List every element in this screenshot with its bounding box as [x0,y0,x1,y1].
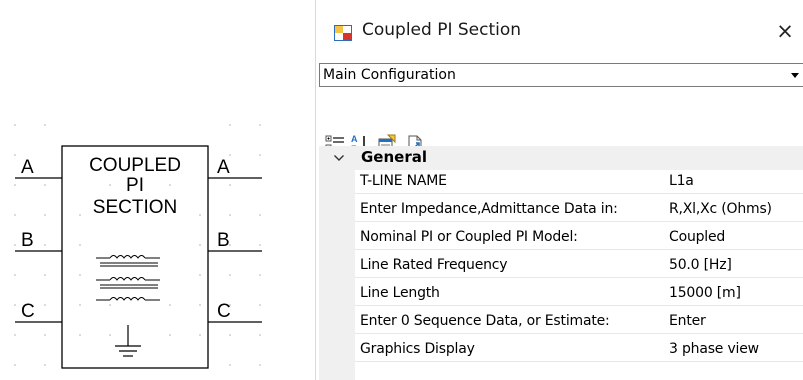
property-row-line-length[interactable]: Line Length 15000 [m] [355,282,803,306]
property-row-rated-frequency[interactable]: Line Rated Frequency 50.0 [Hz] [355,254,803,278]
property-row-pi-model[interactable]: Nominal PI or Coupled PI Model: Coupled [355,226,803,250]
configuration-dropdown-value: Main Configuration [323,67,456,83]
property-row-graphics-display[interactable]: Graphics Display 3 phase view [355,338,803,362]
right-pin-b-label: B [217,230,230,251]
property-name: Line Rated Frequency [360,257,508,273]
chevron-down-icon[interactable] [787,64,803,86]
property-value[interactable]: 3 phase view [669,341,759,357]
category-row-general[interactable]: General [319,146,803,170]
close-button[interactable]: × [772,18,798,44]
schematic-block[interactable]: A B C A B C COUPLED PI SECTION [0,0,300,380]
app-icon [334,25,352,41]
right-pin-a-label: A [217,157,230,178]
left-pin-a-label: A [21,157,34,178]
property-value[interactable]: 15000 [m] [669,285,741,301]
grid-gutter [319,146,355,380]
window-title: Coupled PI Section [362,20,522,40]
property-value[interactable]: Enter [669,313,706,329]
close-icon: × [776,19,794,43]
properties-window: Coupled PI Section × Main Configuration … [315,0,803,380]
property-row-impedance-data[interactable]: Enter Impedance,Admittance Data in: R,Xl… [355,198,803,222]
ground-icon [115,325,141,357]
property-value[interactable]: Coupled [669,229,725,245]
property-toolbar: A Z [319,90,803,154]
property-name: Graphics Display [360,341,475,357]
svg-text:A: A [351,134,358,144]
property-name: Enter 0 Sequence Data, or Estimate: [360,313,610,329]
left-pin-b-label: B [21,230,34,251]
property-value[interactable]: L1a [669,173,694,189]
category-label: General [361,148,427,166]
property-name: Line Length [360,285,440,301]
property-grid: General T-LINE NAME L1a Enter Impedance,… [319,146,803,380]
property-row-tline-name[interactable]: T-LINE NAME L1a [355,170,803,194]
property-value[interactable]: 50.0 [Hz] [669,257,732,273]
chevron-down-icon[interactable] [333,152,345,164]
block-title-line-3: SECTION [92,197,178,218]
property-name: Enter Impedance,Admittance Data in: [360,201,618,217]
right-pin-c-label: C [217,301,231,322]
property-name: T-LINE NAME [360,173,447,189]
block-title-line-2: PI [126,175,144,196]
property-value[interactable]: R,Xl,Xc (Ohms) [669,201,772,217]
property-name: Nominal PI or Coupled PI Model: [360,229,578,245]
title-bar[interactable]: Coupled PI Section × [316,0,803,61]
block-title-line-1: COUPLED [89,155,181,176]
left-pin-c-label: C [21,301,35,322]
property-row-zero-sequence[interactable]: Enter 0 Sequence Data, or Estimate: Ente… [355,310,803,334]
configuration-dropdown[interactable]: Main Configuration [319,63,803,87]
